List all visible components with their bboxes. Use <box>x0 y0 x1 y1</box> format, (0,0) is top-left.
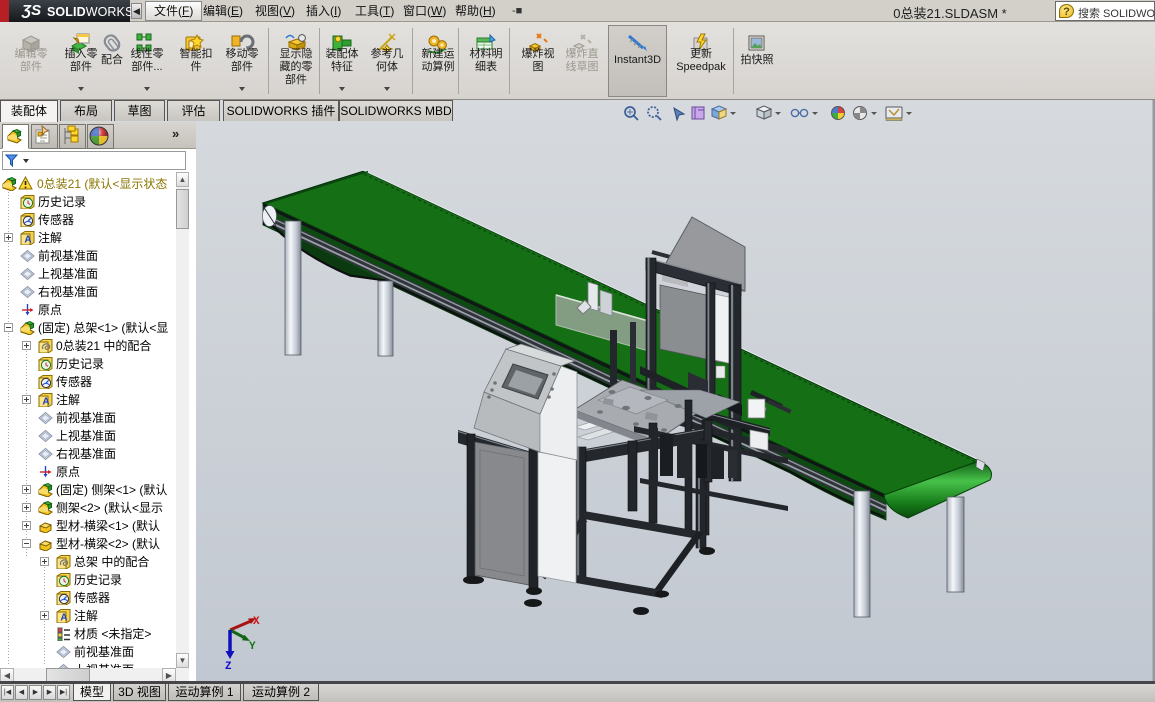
svg-text:X: X <box>253 616 260 628</box>
svg-text:Z: Z <box>225 661 232 673</box>
svg-text:Y: Y <box>249 641 256 653</box>
